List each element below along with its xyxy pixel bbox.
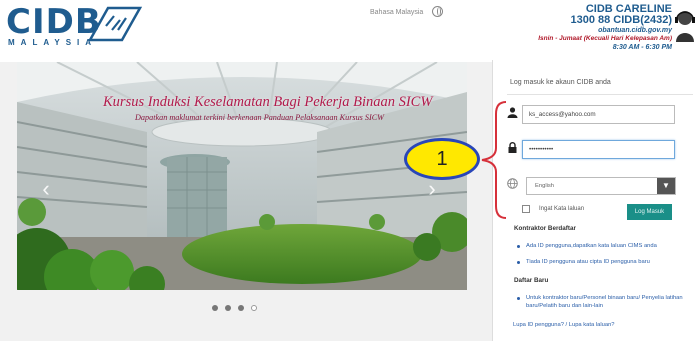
careline-email[interactable]: obantuan.cidb.gov.my	[538, 26, 672, 35]
user-icon	[507, 107, 518, 118]
link-create-user[interactable]: Tiada ID pengguna atau cipta ID pengguna…	[526, 258, 696, 266]
careline-hours-time: 8:30 AM - 6:30 PM	[612, 44, 672, 51]
remember-checkbox[interactable]	[522, 205, 530, 213]
slide-subtitle: Dapatkan maklumat terkini berkenaan Pand…	[135, 113, 385, 122]
link-get-password[interactable]: Ada ID pengguna,dapatkan kata laluan CIM…	[526, 242, 696, 250]
divider	[507, 94, 693, 95]
careline-info: CIDB CARELINE 1300 88 CIDB(2432) obantua…	[538, 4, 672, 52]
slider-dots	[212, 298, 264, 311]
cidb-logo[interactable]: CIDB MALAYSIA	[6, 4, 146, 50]
chevron-down-icon[interactable]: ▼	[657, 178, 675, 194]
section-registered-title: Kontraktor Berdaftar	[514, 225, 576, 232]
link-new-registration[interactable]: Untuk kontraktor baru/Personel binaan ba…	[526, 294, 694, 310]
language-select[interactable]: English ▼	[526, 177, 676, 195]
language-link[interactable]: Bahasa Malaysia	[370, 9, 423, 16]
remember-label[interactable]: Ingat Kata laluan	[539, 206, 584, 212]
slide-title: Kursus Induksi Keselamatan Bagi Pekerja …	[103, 94, 433, 110]
logo-subtext: MALAYSIA	[8, 38, 98, 47]
bullet	[517, 245, 520, 248]
header: CIDB MALAYSIA Bahasa Malaysia CIDB CAREL…	[0, 0, 699, 62]
slider-dot[interactable]	[212, 305, 218, 311]
globe-icon[interactable]	[432, 6, 443, 17]
section-new-title: Daftar Baru	[514, 277, 549, 284]
slider-next-arrow[interactable]: ›	[425, 177, 439, 201]
careline-hours-days: Isnin - Jumaat (Kecuali Hari Kelepasan A…	[538, 35, 672, 42]
password-field[interactable]: •••••••••••	[522, 140, 675, 159]
lock-icon	[508, 142, 517, 153]
login-title: Log masuk ke akaun CIDB anda	[510, 79, 611, 86]
username-field[interactable]: ks_access@yahoo.com	[522, 105, 675, 124]
bullet	[517, 297, 520, 300]
annotation-brace	[481, 101, 507, 219]
slider-prev-arrow[interactable]: ‹	[39, 177, 53, 201]
bullet	[517, 261, 520, 264]
globe-icon	[507, 178, 518, 189]
slider-dot-active[interactable]	[238, 305, 244, 311]
annotation-badge: 1	[404, 138, 480, 180]
login-button[interactable]: Log Masuk	[627, 204, 672, 220]
hero-slider[interactable]: Kursus Induksi Keselamatan Bagi Pekerja …	[17, 62, 467, 290]
careline-number: 1300 88 CIDB(2432)	[570, 14, 672, 26]
forgot-link[interactable]: Lupa ID pengguna? / Lupa kata laluan?	[513, 322, 615, 328]
logo-mark-icon	[87, 6, 143, 42]
slider-dot[interactable]	[251, 305, 257, 311]
login-panel: Log masuk ke akaun CIDB anda ks_access@y…	[492, 60, 699, 341]
language-select-value: English	[535, 183, 555, 189]
customer-service-icon	[675, 11, 695, 42]
slider-dot[interactable]	[225, 305, 231, 311]
